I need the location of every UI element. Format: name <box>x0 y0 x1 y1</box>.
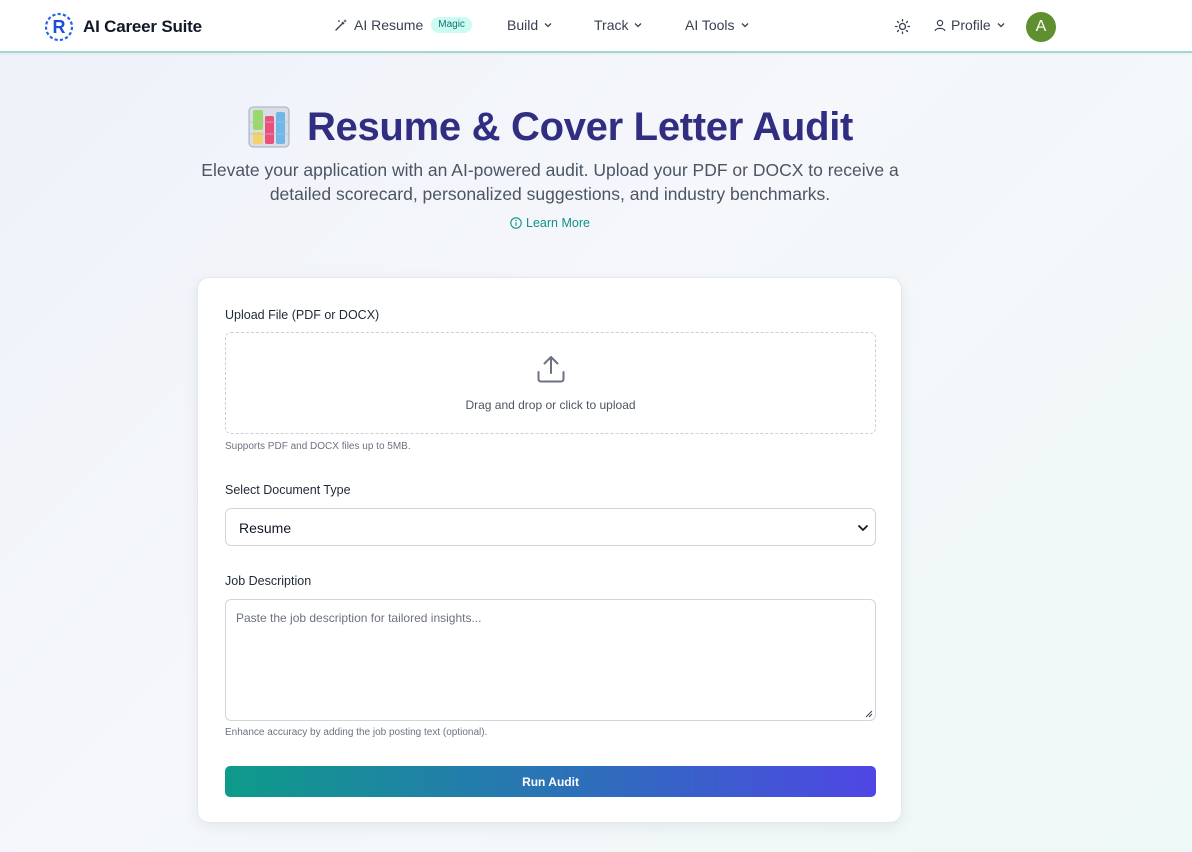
run-audit-button[interactable]: Run Audit <box>225 766 876 797</box>
top-navbar: R AI Career Suite AI Resume Magic Build … <box>0 0 1192 53</box>
document-type-select[interactable]: Resume <box>225 508 876 546</box>
chevron-down-icon <box>997 23 1005 28</box>
resize-handle-icon[interactable] <box>864 709 873 718</box>
upload-hint: Supports PDF and DOCX files up to 5MB. <box>225 441 411 452</box>
upload-icon <box>537 356 565 383</box>
dropzone-text: Drag and drop or click to upload <box>465 398 636 412</box>
job-description-placeholder: Paste the job description for tailored i… <box>236 611 482 625</box>
nav-ai-resume-label: AI Resume <box>354 17 424 33</box>
job-description-label: Job Description <box>225 574 312 588</box>
file-dropzone[interactable]: Drag and drop or click to upload <box>225 332 876 434</box>
nav-build-label: Build <box>507 17 539 33</box>
nav-ai-tools-label: AI Tools <box>685 17 735 33</box>
user-icon <box>934 19 946 31</box>
magic-badge: Magic <box>431 17 472 33</box>
info-icon <box>510 217 522 229</box>
nav-ai-resume[interactable]: AI Resume Magic <box>334 17 472 33</box>
profile-menu[interactable]: Profile <box>934 17 1006 33</box>
learn-more-link[interactable]: Learn More <box>0 216 1100 230</box>
document-type-label: Select Document Type <box>225 483 351 497</box>
bar-chart-icon <box>248 106 290 148</box>
svg-text:R: R <box>53 17 66 37</box>
chevron-down-icon <box>858 525 868 531</box>
nav-track-label: Track <box>594 17 629 33</box>
profile-label: Profile <box>951 17 991 33</box>
job-description-textarea[interactable]: Paste the job description for tailored i… <box>225 599 876 721</box>
page-subtitle: Elevate your application with an AI-powe… <box>201 160 899 204</box>
sun-icon[interactable] <box>894 18 911 35</box>
job-description-hint: Enhance accuracy by adding the job posti… <box>225 727 488 738</box>
nav-track-menu[interactable]: Track <box>594 17 643 33</box>
brand-link[interactable]: R AI Career Suite <box>44 12 202 42</box>
page-title: Resume & Cover Letter Audit <box>306 104 854 149</box>
document-type-value: Resume <box>239 520 292 536</box>
page-header: Resume & Cover Letter Audit <box>0 104 1100 150</box>
chevron-down-icon <box>544 23 552 28</box>
upload-label: Upload File (PDF or DOCX) <box>225 308 380 322</box>
audit-form-card: Upload File (PDF or DOCX) Drag and drop … <box>197 277 902 823</box>
nav-ai-tools-menu[interactable]: AI Tools <box>685 17 750 33</box>
avatar[interactable]: A <box>1026 12 1056 42</box>
chevron-down-icon <box>635 23 642 28</box>
nav-build-menu[interactable]: Build <box>507 17 553 33</box>
magic-wand-icon <box>335 19 347 31</box>
chevron-down-icon <box>741 23 749 28</box>
r-logo-icon: R <box>44 12 74 42</box>
brand-name: AI Career Suite <box>83 17 202 36</box>
learn-more-label: Learn More <box>526 216 590 230</box>
